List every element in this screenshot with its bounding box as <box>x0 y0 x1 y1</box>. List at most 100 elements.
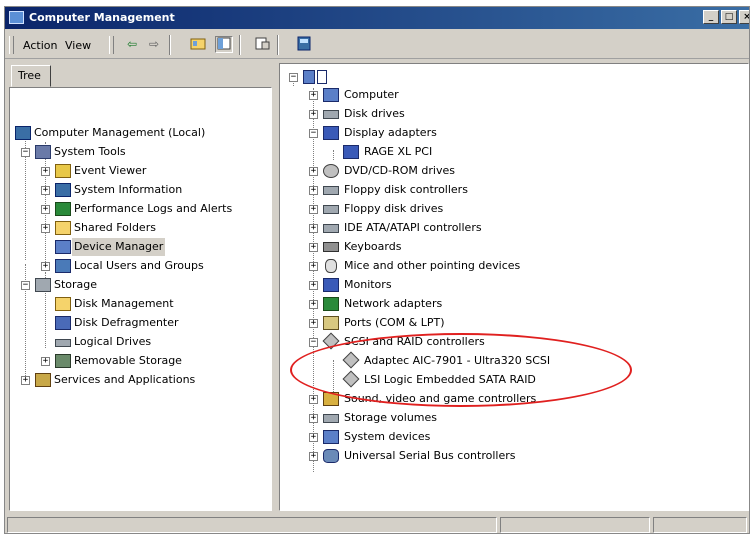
expand-icon[interactable]: + <box>309 395 318 404</box>
expand-icon[interactable]: + <box>309 186 318 195</box>
toolbar-grip[interactable] <box>9 36 14 54</box>
monitor-icon <box>323 278 339 292</box>
device-manager-pane[interactable]: − + Computer + Disk drives − Display ada… <box>279 63 749 511</box>
computer-root-node[interactable]: − <box>280 68 740 86</box>
menu-action[interactable]: Action <box>23 39 57 52</box>
help-icon[interactable] <box>295 36 313 53</box>
expand-icon[interactable]: + <box>309 262 318 271</box>
expand-icon[interactable]: + <box>309 433 318 442</box>
device-category[interactable]: + Computer <box>280 86 740 104</box>
storage-volume-icon <box>323 414 339 423</box>
device-category[interactable]: + Sound, video and game controllers <box>280 390 740 408</box>
expand-icon[interactable]: + <box>309 319 318 328</box>
device-category[interactable]: + DVD/CD-ROM drives <box>280 162 740 180</box>
ide-controller-icon <box>323 224 339 233</box>
show-hide-tree-icon[interactable] <box>215 36 233 53</box>
toolbar-separator <box>277 35 279 55</box>
expand-icon[interactable]: + <box>309 281 318 290</box>
device-category-scsi[interactable]: − SCSI and RAID controllers <box>280 332 740 351</box>
expand-icon[interactable]: + <box>309 414 318 423</box>
device-category[interactable]: + Ports (COM & LPT) <box>280 314 740 332</box>
device-category[interactable]: + Disk drives <box>280 105 740 123</box>
expand-icon[interactable]: + <box>41 357 50 366</box>
logical-drives-icon <box>55 339 71 347</box>
tree-item[interactable]: + Local Users and Groups <box>10 257 270 275</box>
expand-icon[interactable]: + <box>309 452 318 461</box>
defragmenter-icon <box>55 316 71 330</box>
minimize-button[interactable]: _ <box>703 10 719 24</box>
tree-item[interactable]: − Storage <box>10 276 270 294</box>
mouse-icon <box>325 259 337 273</box>
collapse-icon[interactable]: − <box>21 148 30 157</box>
forward-arrow-icon[interactable]: ⇨ <box>145 36 163 53</box>
expand-icon[interactable]: + <box>41 186 50 195</box>
expand-icon[interactable]: + <box>309 300 318 309</box>
title-bar[interactable]: Computer Management _ □ × <box>5 7 749 29</box>
tree-item[interactable]: Disk Defragmenter <box>10 314 270 332</box>
collapse-icon[interactable]: − <box>21 281 30 290</box>
expand-icon[interactable]: + <box>309 224 318 233</box>
floppy-drive-icon <box>323 205 339 214</box>
network-adapter-icon <box>323 297 339 311</box>
window-title: Computer Management <box>29 11 175 24</box>
tree-item[interactable]: + Performance Logs and Alerts <box>10 200 270 218</box>
tree-item[interactable]: + System Information <box>10 181 270 199</box>
expand-icon[interactable]: + <box>309 167 318 176</box>
tree-item[interactable]: + Event Viewer <box>10 162 270 180</box>
device-category[interactable]: + System devices <box>280 428 740 446</box>
expand-icon[interactable]: + <box>41 262 50 271</box>
device-category[interactable]: + Floppy disk drives <box>280 200 740 218</box>
expand-icon[interactable]: + <box>41 167 50 176</box>
device-category[interactable]: + Storage volumes <box>280 409 740 427</box>
collapse-icon[interactable]: − <box>289 73 298 82</box>
tree-item[interactable]: − System Tools <box>10 143 270 161</box>
device-category[interactable]: + Monitors <box>280 276 740 294</box>
toolbar-separator <box>169 35 171 55</box>
tree-item[interactable]: Computer Management (Local) <box>10 124 270 142</box>
system-devices-icon <box>323 430 339 444</box>
device-manager-icon <box>55 240 71 254</box>
expand-icon[interactable]: + <box>309 110 318 119</box>
tree-item[interactable]: + Shared Folders <box>10 219 270 237</box>
device-item[interactable]: Adaptec AIC-7901 - Ultra320 SCSI <box>280 351 740 370</box>
up-folder-icon[interactable] <box>189 36 207 53</box>
tree-item-selected[interactable]: Device Manager <box>10 238 270 256</box>
menu-view[interactable]: View <box>65 39 91 52</box>
keyboard-icon <box>323 242 339 252</box>
tree-item[interactable]: Disk Management <box>10 295 270 313</box>
console-tree-pane: Tree Computer Management (Local) − Syste… <box>9 63 272 511</box>
properties-icon[interactable] <box>253 36 271 53</box>
tree-item[interactable]: + Services and Applications <box>10 371 270 389</box>
expand-icon[interactable]: + <box>309 205 318 214</box>
toolbar-grip[interactable] <box>109 36 114 54</box>
back-arrow-icon[interactable]: ⇦ <box>123 36 141 53</box>
expand-icon[interactable]: + <box>309 91 318 100</box>
device-category[interactable]: + Universal Serial Bus controllers <box>280 447 740 465</box>
scsi-icon <box>322 332 340 350</box>
system-info-icon <box>55 183 71 197</box>
tab-tree[interactable]: Tree <box>11 65 51 87</box>
device-category[interactable]: + Network adapters <box>280 295 740 313</box>
toolbar-separator <box>239 35 241 55</box>
maximize-button[interactable]: □ <box>721 10 737 24</box>
device-category[interactable]: + IDE ATA/ATAPI controllers <box>280 219 740 237</box>
device-category[interactable]: + Floppy disk controllers <box>280 181 740 199</box>
window-controls: _ □ × <box>703 10 749 24</box>
expand-icon[interactable]: + <box>41 205 50 214</box>
console-tree[interactable]: Computer Management (Local) − System Too… <box>9 87 272 511</box>
scsi-icon <box>342 370 360 388</box>
device-category[interactable]: + Keyboards <box>280 238 740 256</box>
collapse-icon[interactable]: − <box>309 338 318 347</box>
tree-item[interactable]: Logical Drives <box>10 333 270 351</box>
device-item[interactable]: LSI Logic Embedded SATA RAID <box>280 370 740 389</box>
close-button[interactable]: × <box>739 10 749 24</box>
expand-icon[interactable]: + <box>309 243 318 252</box>
expand-icon[interactable]: + <box>41 224 50 233</box>
tree-item[interactable]: + Removable Storage <box>10 352 270 370</box>
device-category[interactable]: + Mice and other pointing devices <box>280 257 740 275</box>
collapse-icon[interactable]: − <box>309 129 318 138</box>
expand-icon[interactable]: + <box>21 376 30 385</box>
scsi-icon <box>342 351 360 369</box>
device-category[interactable]: − Display adapters <box>280 124 740 142</box>
device-item[interactable]: RAGE XL PCI <box>280 143 740 161</box>
